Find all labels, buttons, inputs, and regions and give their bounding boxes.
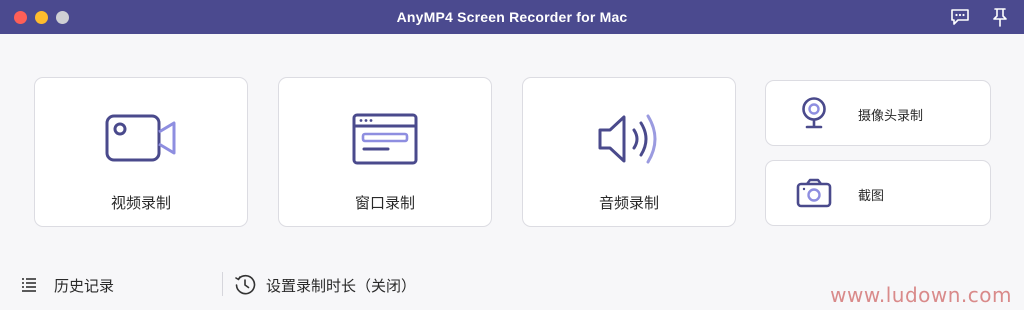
history-button[interactable]: 历史记录 <box>20 270 114 300</box>
audio-record-label: 音频录制 <box>598 195 659 212</box>
video-camera-icon <box>35 108 247 170</box>
chat-icon[interactable] <box>950 7 970 27</box>
pin-icon[interactable] <box>990 7 1010 27</box>
watermark: www.ludown.com <box>830 283 1012 307</box>
list-icon <box>20 277 38 293</box>
window-controls <box>14 11 69 24</box>
clock-icon <box>234 274 256 296</box>
speaker-icon <box>523 108 735 170</box>
screenshot-card[interactable]: 截图 <box>765 160 991 226</box>
camera-icon <box>796 175 832 211</box>
webcam-icon <box>796 95 832 131</box>
record-duration-label: 设置录制时长（关闭） <box>266 277 417 295</box>
window-title: AnyMP4 Screen Recorder for Mac <box>396 9 628 25</box>
video-record-label: 视频录制 <box>110 195 171 212</box>
close-button[interactable] <box>14 11 27 24</box>
window-icon <box>279 108 491 170</box>
minimize-button[interactable] <box>35 11 48 24</box>
window-record-label: 窗口录制 <box>354 195 415 212</box>
history-label: 历史记录 <box>54 277 115 295</box>
zoom-button[interactable] <box>56 11 69 24</box>
screenshot-label: 截图 <box>858 188 885 203</box>
title-bar: AnyMP4 Screen Recorder for Mac <box>0 0 1024 34</box>
webcam-record-card[interactable]: 摄像头录制 <box>765 80 991 146</box>
bottom-divider <box>222 272 223 296</box>
webcam-record-label: 摄像头录制 <box>858 108 924 123</box>
record-duration-button[interactable]: 设置录制时长（关闭） <box>234 270 416 300</box>
audio-record-card[interactable]: 音频录制 <box>522 77 736 227</box>
video-record-card[interactable]: 视频录制 <box>34 77 248 227</box>
window-record-card[interactable]: 窗口录制 <box>278 77 492 227</box>
title-bar-tools <box>950 7 1010 27</box>
